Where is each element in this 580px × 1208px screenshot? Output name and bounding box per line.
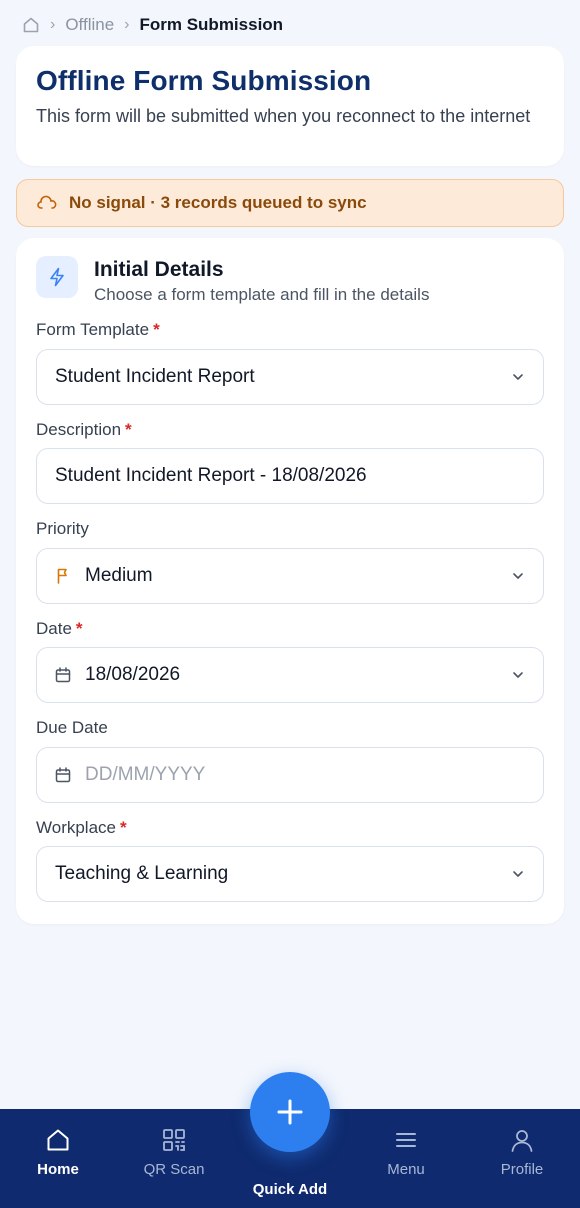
breadcrumb-separator-icon: › xyxy=(124,16,130,33)
plus-icon xyxy=(275,1097,305,1127)
description-value: Student Incident Report - 18/08/2026 xyxy=(55,465,367,486)
date-picker[interactable]: 18/08/2026 xyxy=(36,647,544,703)
chevron-down-icon xyxy=(511,370,525,384)
home-icon[interactable] xyxy=(22,16,40,34)
nav-profile[interactable]: Profile xyxy=(472,1127,572,1178)
section-header: Initial Details Choose a form template a… xyxy=(36,256,544,305)
alert-text: No signal · 3 records queued to sync xyxy=(69,193,367,212)
section-subtitle: Choose a form template and fill in the d… xyxy=(94,285,430,304)
header-card: Offline Form Submission This form will b… xyxy=(16,46,564,166)
priority-label: Priority xyxy=(36,519,89,538)
workplace-select[interactable]: Teaching & Learning xyxy=(36,846,544,902)
chevron-down-icon xyxy=(511,668,525,682)
breadcrumb-separator-icon: › xyxy=(50,16,56,33)
breadcrumb-offline[interactable]: Offline xyxy=(65,15,114,35)
form-template-select[interactable]: Student Incident Report xyxy=(36,349,544,405)
lightning-icon xyxy=(36,256,78,298)
calendar-icon xyxy=(55,667,71,683)
due-date-label: Due Date xyxy=(36,718,108,737)
due-date-placeholder: DD/MM/YYYY xyxy=(85,764,206,785)
date-label: Date * xyxy=(36,619,83,638)
nav-qr-scan[interactable]: QR Scan xyxy=(124,1127,224,1178)
chevron-down-icon xyxy=(511,867,525,881)
flag-icon xyxy=(55,568,71,584)
breadcrumb-current: Form Submission xyxy=(139,15,284,34)
profile-icon xyxy=(509,1127,535,1153)
form-card: Initial Details Choose a form template a… xyxy=(16,238,564,924)
section-title: Initial Details xyxy=(94,258,224,281)
quick-add-button[interactable] xyxy=(250,1072,330,1152)
home-icon xyxy=(45,1127,71,1153)
nav-profile-label: Profile xyxy=(500,1161,544,1178)
cloud-off-icon xyxy=(37,195,57,211)
form-template-value: Student Incident Report xyxy=(55,366,255,387)
workplace-label: Workplace * xyxy=(36,818,127,837)
due-date-input[interactable]: DD/MM/YYYY xyxy=(36,747,544,803)
required-marker: * xyxy=(120,818,127,837)
description-label: Description * xyxy=(36,420,132,439)
form-template-label: Form Template * xyxy=(36,320,160,339)
page-title: Offline Form Submission xyxy=(36,65,372,96)
calendar-icon xyxy=(55,767,71,783)
page-subtitle: This form will be submitted when you rec… xyxy=(36,106,531,126)
required-marker: * xyxy=(75,619,83,638)
priority-select[interactable]: Medium xyxy=(36,548,544,604)
nav-menu[interactable]: Menu xyxy=(356,1127,456,1178)
nav-home[interactable]: Home xyxy=(8,1127,108,1178)
description-input[interactable]: Student Incident Report - 18/08/2026 xyxy=(36,448,544,504)
nav-home-label: Home xyxy=(37,1161,79,1178)
date-value: 18/08/2026 xyxy=(85,664,181,685)
menu-icon xyxy=(393,1127,419,1153)
offline-alert: No signal · 3 records queued to sync xyxy=(16,179,564,227)
nav-qr-scan-label: QR Scan xyxy=(143,1161,205,1178)
nav-menu-label: Menu xyxy=(387,1161,425,1178)
quick-add-label: Quick Add xyxy=(252,1181,328,1198)
breadcrumb: › Offline › Form Submission xyxy=(22,14,283,36)
required-marker: * xyxy=(125,420,132,439)
qr-icon xyxy=(161,1127,187,1153)
required-marker: * xyxy=(153,320,160,339)
priority-value: Medium xyxy=(85,565,153,586)
workplace-value: Teaching & Learning xyxy=(55,863,229,884)
chevron-down-icon xyxy=(511,569,525,583)
